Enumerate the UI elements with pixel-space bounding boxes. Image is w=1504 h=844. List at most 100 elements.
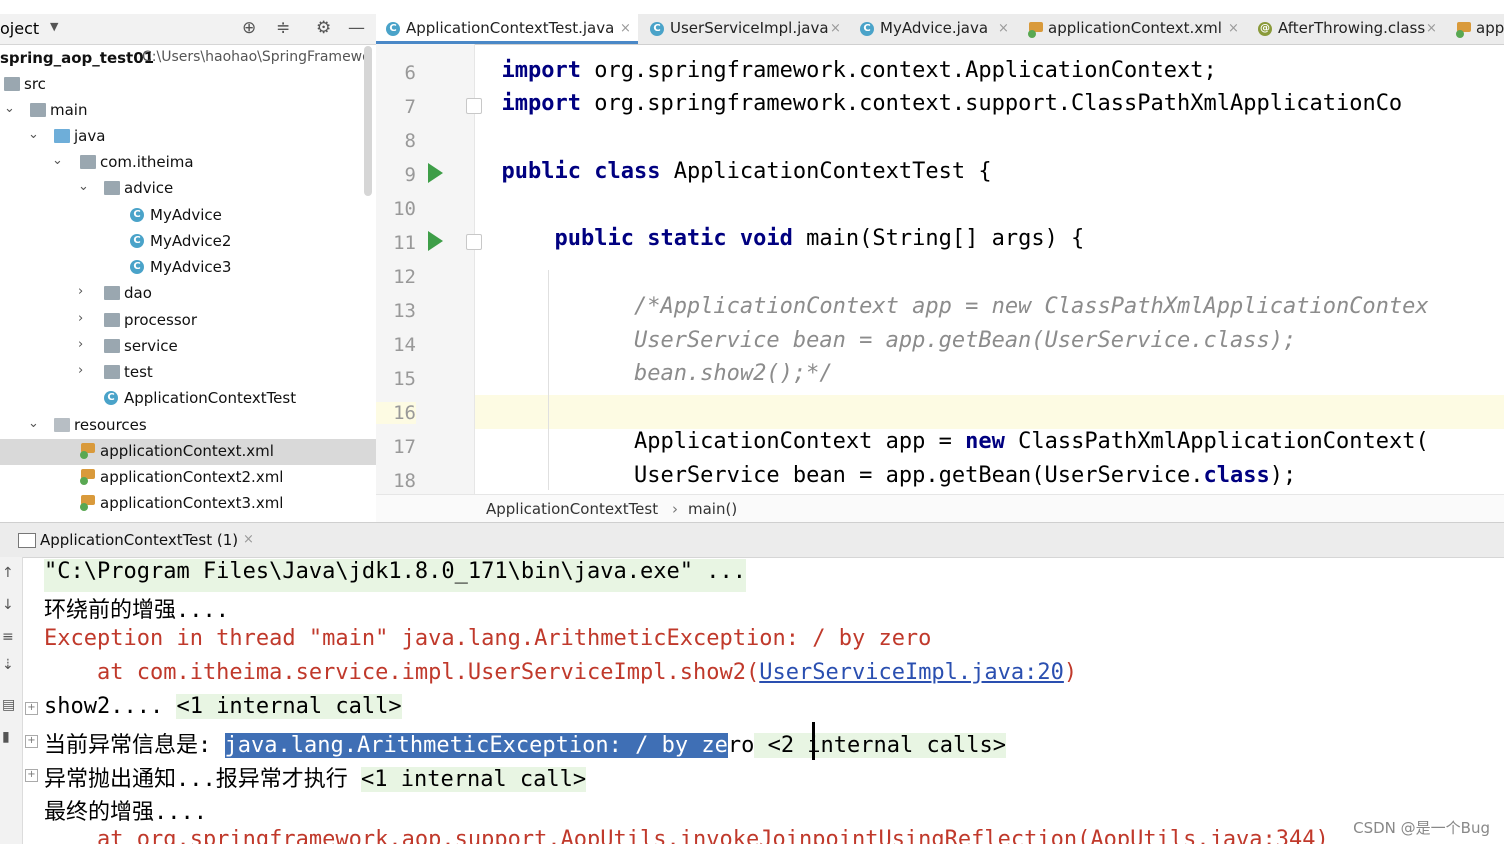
project-panel-title[interactable]: oject (0, 19, 39, 38)
trash-icon[interactable]: ▮ (2, 729, 10, 745)
tab-userserviceimpl-java[interactable]: C UserServiceImpl.java × (640, 14, 848, 44)
close-icon[interactable]: × (620, 21, 631, 36)
tree-item-advice[interactable]: ⌄ advice (0, 176, 376, 202)
tree-item-myadvice3[interactable]: C MyAdvice3 (0, 255, 376, 281)
code-text: org.springframework.context.support.Clas… (580, 91, 1403, 116)
code-text: main(String[] args) { (792, 226, 1085, 251)
text-cursor (812, 722, 815, 760)
tree-item-com-itheima[interactable]: ⌄ com.itheima (0, 150, 376, 176)
console-text: 当前异常信息是: (44, 733, 225, 758)
close-icon[interactable]: × (1426, 21, 1437, 36)
console-text: show2.... (44, 694, 177, 719)
close-icon[interactable]: × (243, 532, 254, 547)
watermark: CSDN @是一个Bug (1353, 819, 1490, 837)
class-icon: C (386, 22, 400, 36)
tab-applicationcontext-xml[interactable]: applicationContext.xml × (1018, 14, 1246, 44)
breadcrumb-class[interactable]: ApplicationContextTest (486, 500, 658, 518)
tree-item-label: com.itheima (100, 153, 194, 171)
internal-call-fold[interactable]: <1 internal call> (360, 767, 587, 792)
line-number: 7 (404, 96, 416, 118)
tree-root[interactable]: spring_aop_test01 C:\Users\haohao\Spring… (0, 46, 376, 72)
chevron-right-icon[interactable]: › (78, 311, 83, 326)
tree-item-applicationcontexttest[interactable]: C ApplicationContextTest (0, 386, 376, 412)
run-config-icon (18, 533, 36, 548)
tree-item-test[interactable]: › test (0, 360, 376, 386)
internal-call-fold[interactable]: <2 internal calls> (754, 733, 1006, 758)
soft-wrap-icon[interactable]: ≡ (2, 629, 14, 645)
tree-item-processor[interactable]: › processor (0, 308, 376, 334)
keyword: public static void (554, 226, 793, 251)
package-icon (104, 339, 120, 353)
internal-call-fold[interactable]: <1 internal call> (176, 694, 402, 719)
chevron-right-icon[interactable]: › (78, 284, 83, 299)
line-number: 9 (404, 164, 416, 186)
tree-item-java[interactable]: ⌄ java (0, 124, 376, 150)
console-line: "C:\Program Files\Java\jdk1.8.0_171\bin\… (44, 559, 746, 592)
tree-item-applicationcontext3-xml[interactable]: applicationContext3.xml (0, 491, 376, 517)
code-text: UserService bean = app.getBean(UserServi… (633, 463, 1204, 488)
close-icon[interactable]: × (1228, 21, 1239, 36)
hide-panel-icon[interactable]: — (348, 18, 365, 38)
class-icon: C (860, 22, 874, 36)
expand-icon[interactable]: + (25, 735, 38, 748)
code-text: ApplicationContext app = (633, 429, 966, 454)
folder-icon (4, 77, 20, 91)
tree-item-resources[interactable]: ⌄ resources (0, 413, 376, 439)
tree-item-applicationcontext-xml[interactable]: applicationContext.xml (0, 439, 376, 465)
close-icon[interactable]: × (830, 21, 841, 36)
xml-file-icon (1456, 22, 1471, 38)
project-panel-header: oject ▼ ⊕ ≑ ⚙ — (0, 14, 376, 45)
chevron-down-icon[interactable]: ⌄ (52, 153, 63, 168)
run-gutter-icon[interactable] (428, 163, 443, 183)
scroll-down-icon[interactable]: ↓ (2, 597, 14, 613)
chevron-down-icon[interactable]: ⌄ (78, 179, 89, 194)
chevron-down-icon[interactable]: ⌄ (28, 127, 39, 142)
line-number: 18 (393, 470, 416, 492)
scroll-to-end-icon[interactable]: ⇣ (2, 657, 14, 673)
gear-icon[interactable]: ⚙ (316, 18, 331, 38)
tab-afterthrowing-class[interactable]: @ AfterThrowing.class × (1248, 14, 1444, 44)
package-icon (104, 181, 120, 195)
code-line-11: public static void main(String[] args) { (475, 226, 1504, 260)
tree-item-service[interactable]: › service (0, 334, 376, 360)
locate-icon[interactable]: ⊕ (242, 18, 256, 38)
expand-icon[interactable]: + (25, 769, 38, 782)
tab-myadvice-java[interactable]: C MyAdvice.java × (850, 14, 1016, 44)
close-icon[interactable]: × (998, 21, 1009, 36)
run-tab-label[interactable]: ApplicationContextTest (1) (40, 531, 238, 549)
tab-app-truncated[interactable]: app (1446, 14, 1504, 44)
code-line-6: import org.springframework.context.Appli… (475, 58, 1504, 92)
tree-item-src[interactable]: src (0, 72, 376, 98)
tree-item-dao[interactable]: › dao (0, 281, 376, 307)
stack-text: at com.itheima.service.impl.UserServiceI… (44, 660, 760, 685)
collapse-all-icon[interactable]: ≑ (276, 18, 290, 38)
tree-item-myadvice[interactable]: C MyAdvice (0, 203, 376, 229)
breadcrumb-method[interactable]: main() (688, 500, 737, 518)
tree-item-myadvice2[interactable]: C MyAdvice2 (0, 229, 376, 255)
chevron-right-icon[interactable]: › (78, 337, 83, 352)
console-stack-line: at com.itheima.service.impl.UserServiceI… (44, 660, 1077, 693)
chevron-right-icon[interactable]: › (78, 363, 83, 378)
project-panel: oject ▼ ⊕ ≑ ⚙ — spring_aop_test01 C:\Use… (0, 0, 376, 522)
source-link[interactable]: UserServiceImpl.java:20 (759, 660, 1064, 685)
keyword: import (501, 91, 581, 116)
code-line-17: ApplicationContext app = new ClassPathXm… (475, 429, 1504, 463)
project-scrollbar[interactable] (364, 46, 372, 196)
code-editor[interactable]: import org.springframework.context.Appli… (475, 44, 1504, 494)
tab-label: ApplicationContextTest.java (406, 19, 615, 37)
xml-file-icon (80, 443, 96, 459)
console-output[interactable]: "C:\Program Files\Java\jdk1.8.0_171\bin\… (22, 557, 1504, 844)
class-icon: C (130, 208, 144, 222)
code-text: ); (1269, 463, 1297, 488)
tree-item-applicationcontext2-xml[interactable]: applicationContext2.xml (0, 465, 376, 491)
tree-item-main[interactable]: ⌄ main (0, 98, 376, 124)
expand-icon[interactable]: + (25, 702, 38, 715)
chevron-down-icon[interactable]: ⌄ (28, 416, 39, 431)
chevron-down-icon[interactable]: ⌄ (4, 101, 15, 116)
class-icon: C (130, 260, 144, 274)
scroll-up-icon[interactable]: ↑ (2, 565, 14, 581)
print-icon[interactable]: ▤ (2, 697, 15, 713)
chevron-down-icon[interactable]: ▼ (50, 20, 58, 33)
tab-applicationcontexttest-java[interactable]: C ApplicationContextTest.java × (376, 14, 638, 44)
run-gutter-icon[interactable] (428, 231, 443, 251)
